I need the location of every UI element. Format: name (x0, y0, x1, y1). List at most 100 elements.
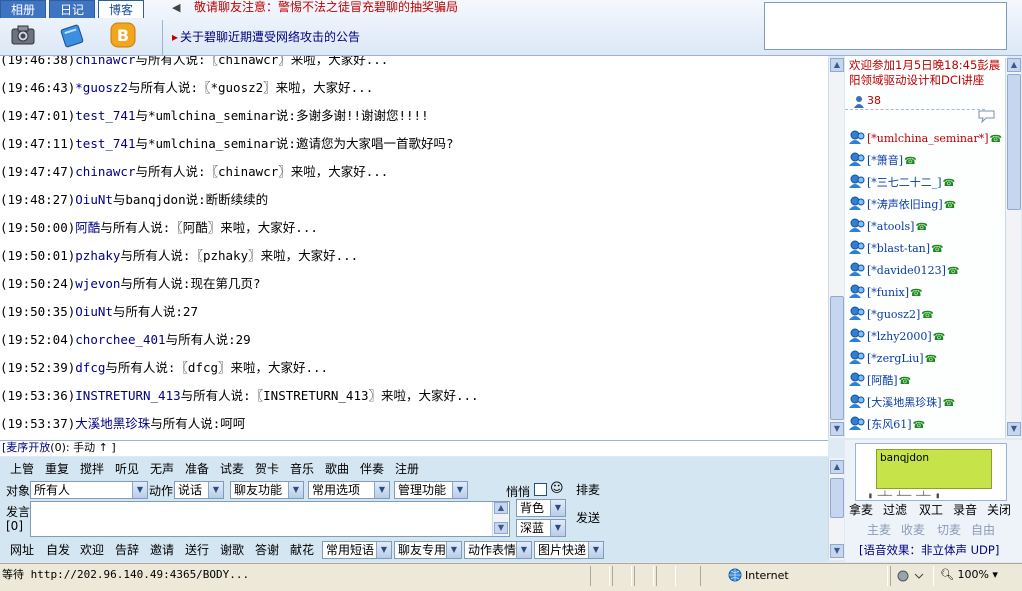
chevron-down-icon[interactable]: ▼ (374, 482, 389, 498)
toolbar-button[interactable]: 上管 (10, 461, 34, 477)
free-mic-button[interactable]: 自由 (971, 522, 995, 538)
sender-name[interactable]: chinawcr (75, 164, 135, 179)
toolbar-button[interactable]: 歌曲 (325, 461, 349, 477)
user-list-item[interactable]: [*umlchina_seminar*]☎ (849, 130, 1002, 146)
user-list-item[interactable]: [*涛声依旧ing]☎ (849, 196, 956, 212)
chevron-down-icon[interactable]: ▼ (446, 542, 461, 558)
scroll-up-icon[interactable]: ▲ (1007, 58, 1021, 72)
toolbar-button[interactable]: 准备 (185, 461, 209, 477)
bottom-scrollbar[interactable]: ▲ ▼ (828, 458, 844, 560)
settings-icon[interactable] (891, 566, 931, 584)
toolbar-button[interactable]: 重复 (45, 461, 69, 477)
mic-queue-link[interactable]: [麦序开放 (2, 441, 50, 454)
scroll-down-icon[interactable]: ▼ (830, 422, 844, 436)
user-list-item[interactable]: [*guosz2]☎ (849, 306, 934, 322)
chevron-down-icon[interactable]: ▼ (288, 482, 303, 498)
tab-album[interactable]: 相册 (0, 0, 46, 18)
user-list-item[interactable]: [*atools]☎ (849, 218, 928, 234)
quick-link[interactable]: 网址 (10, 542, 34, 558)
quick-link[interactable]: 献花 (290, 542, 314, 558)
sender-name[interactable]: test_741 (75, 136, 135, 151)
user-list-item[interactable]: [*funix]☎ (849, 284, 923, 300)
toolbar-button[interactable]: 音乐 (290, 461, 314, 477)
sender-name[interactable]: OiuNt (75, 192, 113, 207)
sender-name[interactable]: dfcg (75, 360, 105, 375)
toolbar-button[interactable]: 注册 (395, 461, 419, 477)
queue-button[interactable]: 排麦 (576, 482, 600, 498)
user-list-item[interactable]: [*blast-tan]☎ (849, 240, 944, 256)
user-list-item[interactable]: [*lzhy2000]☎ (849, 328, 945, 344)
tab-blog[interactable]: 博客 (98, 0, 144, 18)
action-select[interactable]: 说话 ▼ (174, 481, 224, 499)
message-input-scrollbar[interactable]: ▲ ▼ (492, 502, 508, 536)
chevron-down-icon[interactable]: ▼ (550, 520, 565, 536)
user-list-item[interactable]: [大溪地黑珍珠]☎ (849, 394, 955, 410)
friend-function-select[interactable]: 聊友功能 ▼ (230, 481, 304, 499)
main-mic-button[interactable]: 主麦 (867, 522, 891, 538)
switch-mic-button[interactable]: 切麦 (937, 522, 961, 538)
duplex-button[interactable]: 双工 (919, 502, 943, 518)
user-list-item[interactable]: [*zergLiu]☎ (849, 350, 937, 366)
friend-only-select[interactable]: 聊友专用 ▼ (394, 541, 462, 559)
background-color-select[interactable]: 背色 ▼ (516, 499, 566, 517)
scroll-thumb[interactable] (830, 478, 844, 518)
common-options-select[interactable]: 常用选项 ▼ (308, 481, 390, 499)
scroll-up-icon[interactable]: ▲ (494, 502, 508, 514)
quick-link[interactable]: 邀请 (150, 542, 174, 558)
chat-scrollbar[interactable]: ▲ ▼ (828, 58, 844, 438)
sender-name[interactable]: *guosz2 (75, 80, 128, 95)
chevron-down-icon[interactable]: ▼ (452, 482, 467, 498)
sender-name[interactable]: wjevon (75, 276, 120, 291)
scroll-down-icon[interactable]: ▼ (1007, 422, 1021, 436)
quick-link[interactable]: 欢迎 (80, 542, 104, 558)
filter-button[interactable]: 过滤 (883, 502, 907, 518)
image-express-select[interactable]: 图片快递 ▼ (534, 541, 604, 559)
scroll-down-icon[interactable]: ▼ (494, 522, 508, 534)
smiley-icon[interactable]: ☺ (550, 481, 564, 497)
admin-function-select[interactable]: 管理功能 ▼ (394, 481, 468, 499)
toolbar-button[interactable]: 无声 (150, 461, 174, 477)
scroll-thumb[interactable] (830, 296, 844, 420)
camera-icon[interactable] (10, 22, 36, 48)
quick-link[interactable]: 告辞 (115, 542, 139, 558)
sender-name[interactable]: INSTRETURN_413 (75, 388, 180, 403)
zoom-level[interactable]: 🔍︎ 100% ▾ (940, 568, 998, 582)
sender-name[interactable]: pzhaky (75, 248, 120, 263)
common-phrase-select[interactable]: 常用短语 ▼ (322, 541, 392, 559)
quick-link[interactable]: 谢歌 (220, 542, 244, 558)
warning-notice[interactable]: 敬请聊友注意：警惕不法之徒冒充碧聊的抽奖骗局 (194, 0, 458, 14)
toolbar-button[interactable]: 贺卡 (255, 461, 279, 477)
user-list-item[interactable]: [*三七二十二_]☎ (849, 174, 955, 190)
chevron-down-icon[interactable]: ▼ (132, 482, 147, 498)
mic-up-icon[interactable]: ↑ (99, 441, 108, 454)
chevron-down-icon[interactable]: ▼ (588, 542, 603, 558)
sender-name[interactable]: chinawcr (75, 56, 135, 67)
chevron-down-icon[interactable]: ▼ (516, 542, 531, 558)
sender-name[interactable]: 大溪地黑珍珠 (75, 416, 150, 431)
chevron-down-icon[interactable]: ▼ (376, 542, 391, 558)
user-list-item[interactable]: [东风61]☎ (849, 416, 925, 432)
toolbar-button[interactable]: 伴奏 (360, 461, 384, 477)
record-button[interactable]: 录音 (953, 502, 977, 518)
user-list-item[interactable]: [阿酷]☎ (849, 372, 911, 388)
toolbar-button[interactable]: 听见 (115, 461, 139, 477)
quiet-checkbox[interactable] (534, 483, 547, 496)
volume-slider[interactable]: ▮ ─┴─ ┴── ─┴─ ▮ (868, 492, 1004, 500)
scroll-up-icon[interactable]: ▲ (830, 460, 844, 474)
tab-diary[interactable]: 日记 (49, 0, 95, 18)
emote-select[interactable]: 动作表情 ▼ (464, 541, 532, 559)
announcement-link[interactable]: ▸ 关于碧聊近期遭受网络攻击的公告 (172, 30, 360, 44)
chevron-down-icon[interactable]: ▼ (208, 482, 223, 498)
target-select[interactable]: 所有人 ▼ (30, 481, 148, 499)
chevron-down-icon[interactable]: ▼ (550, 500, 565, 516)
notebook-icon[interactable] (60, 22, 86, 48)
quick-link[interactable]: 送行 (185, 542, 209, 558)
sender-name[interactable]: chorchee_401 (75, 332, 165, 347)
message-input[interactable] (30, 501, 510, 537)
scroll-thumb[interactable] (1007, 74, 1021, 210)
quick-link[interactable]: 答谢 (255, 542, 279, 558)
sender-name[interactable]: OiuNt (75, 304, 113, 319)
toolbar-button[interactable]: 试麦 (220, 461, 244, 477)
blog-icon[interactable]: B (110, 22, 136, 48)
sender-name[interactable]: 阿酷 (75, 220, 100, 235)
